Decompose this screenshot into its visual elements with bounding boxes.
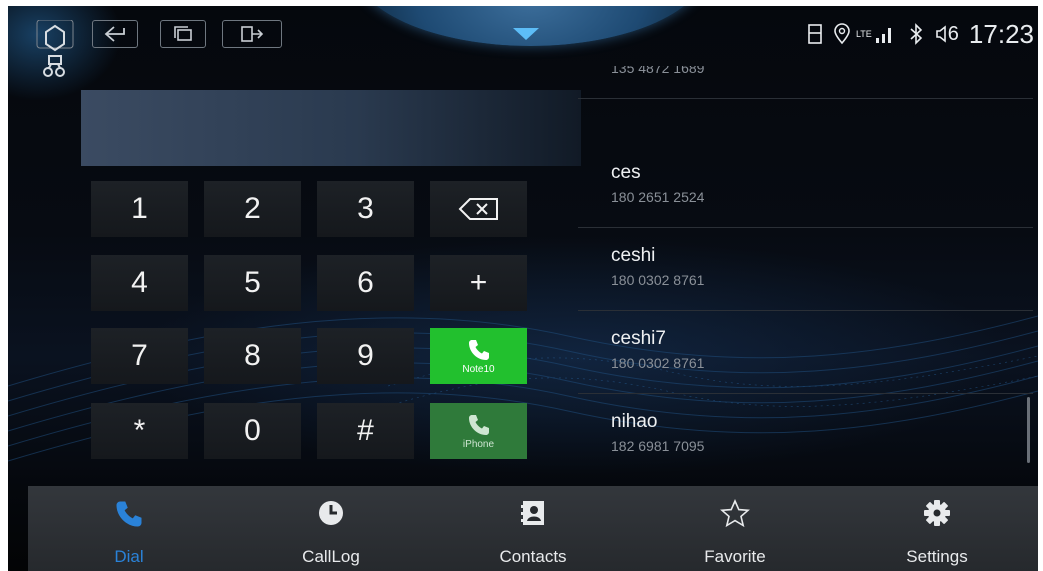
contact-name: ceshi7 — [611, 328, 666, 349]
phone-icon — [468, 414, 489, 435]
list-item[interactable]: nihao 182 6981 7095 — [578, 394, 1033, 476]
call-device-label: Note10 — [462, 363, 495, 375]
contact-name: ces — [611, 162, 641, 183]
list-scrollbar[interactable] — [1027, 397, 1030, 463]
tab-dial[interactable]: Dial — [28, 486, 230, 571]
recent-apps-icon[interactable] — [160, 20, 206, 48]
key-0[interactable]: 0 — [204, 403, 301, 459]
list-item[interactable]: ceshi 180 0302 8761 — [578, 228, 1033, 311]
signal-icon — [875, 28, 891, 43]
key-6[interactable]: 6 — [317, 255, 414, 311]
key-hash[interactable]: # — [317, 403, 414, 459]
volume-level: 6 — [947, 22, 959, 45]
status-icons: LTE 6 17:23 — [806, 16, 1034, 52]
key-2[interactable]: 2 — [204, 181, 301, 237]
tab-label: Settings — [906, 547, 968, 566]
key-star[interactable]: * — [91, 403, 188, 459]
list-item[interactable]: ceshi7 180 0302 8761 — [578, 311, 1033, 394]
contact-number: 180 0302 8761 — [611, 355, 705, 371]
phone-icon — [468, 339, 489, 360]
tab-label: CallLog — [302, 547, 360, 566]
contact-number: 180 0302 8761 — [611, 272, 705, 288]
star-icon — [720, 499, 750, 528]
key-4[interactable]: 4 — [91, 255, 188, 311]
backspace-button[interactable] — [430, 181, 527, 237]
tab-label: Contacts — [499, 547, 567, 566]
clock: 17:23 — [968, 18, 1034, 49]
tab-calllog[interactable]: CallLog — [230, 486, 432, 571]
key-8[interactable]: 8 — [204, 328, 301, 384]
call-note10-button[interactable]: Note10 — [430, 328, 527, 384]
key-3[interactable]: 3 — [317, 181, 414, 237]
lte-icon: LTE — [855, 29, 872, 39]
gear-icon — [924, 500, 950, 526]
app-switcher-icon[interactable] — [36, 19, 82, 86]
car-dialer-screen: LTE 6 17:23 1 2 3 4 5 6 + 7 8 9 Note10 *… — [8, 6, 1038, 571]
backspace-icon — [458, 198, 498, 220]
key-plus[interactable]: + — [430, 255, 527, 311]
call-iphone-button[interactable]: iPhone — [430, 403, 527, 459]
status-bar: LTE 6 17:23 — [8, 6, 1038, 106]
tab-favorite[interactable]: Favorite — [634, 486, 836, 571]
contact-number: 182 6981 7095 — [611, 438, 705, 454]
tab-settings[interactable]: Settings — [836, 486, 1038, 571]
list-item[interactable]: baidu 135 4872 1689 — [578, 66, 1033, 99]
key-5[interactable]: 5 — [204, 255, 301, 311]
key-7[interactable]: 7 — [91, 328, 188, 384]
key-1[interactable]: 1 — [91, 181, 188, 237]
location-icon — [834, 23, 850, 45]
contact-name: nihao — [611, 411, 658, 432]
call-device-label: iPhone — [462, 438, 495, 450]
bottom-nav: Dial CallLog Contacts Favorite Settings — [28, 486, 1038, 571]
volume-icon — [935, 25, 946, 43]
number-display — [81, 90, 581, 166]
contact-card-icon — [521, 501, 544, 525]
back-icon[interactable] — [92, 20, 138, 48]
key-9[interactable]: 9 — [317, 328, 414, 384]
contact-name: ceshi — [611, 245, 656, 266]
expand-down-icon[interactable] — [513, 28, 539, 40]
tab-label: Favorite — [704, 547, 766, 566]
phone-icon — [116, 501, 142, 527]
contact-number: 180 2651 2524 — [611, 189, 705, 205]
tab-contacts[interactable]: Contacts — [432, 486, 634, 571]
clock-icon — [319, 501, 343, 525]
list-item[interactable]: ces 180 2651 2524 — [578, 145, 1033, 228]
exit-icon[interactable] — [222, 20, 282, 48]
bluetooth-icon — [910, 23, 922, 45]
tab-label: Dial — [114, 547, 144, 566]
usb-icon — [808, 24, 822, 44]
contact-number: 135 4872 1689 — [611, 66, 705, 76]
notification-dome[interactable] — [353, 6, 708, 46]
contact-list[interactable]: baidu 135 4872 1689 ces 180 2651 2524 ce… — [578, 66, 1033, 476]
